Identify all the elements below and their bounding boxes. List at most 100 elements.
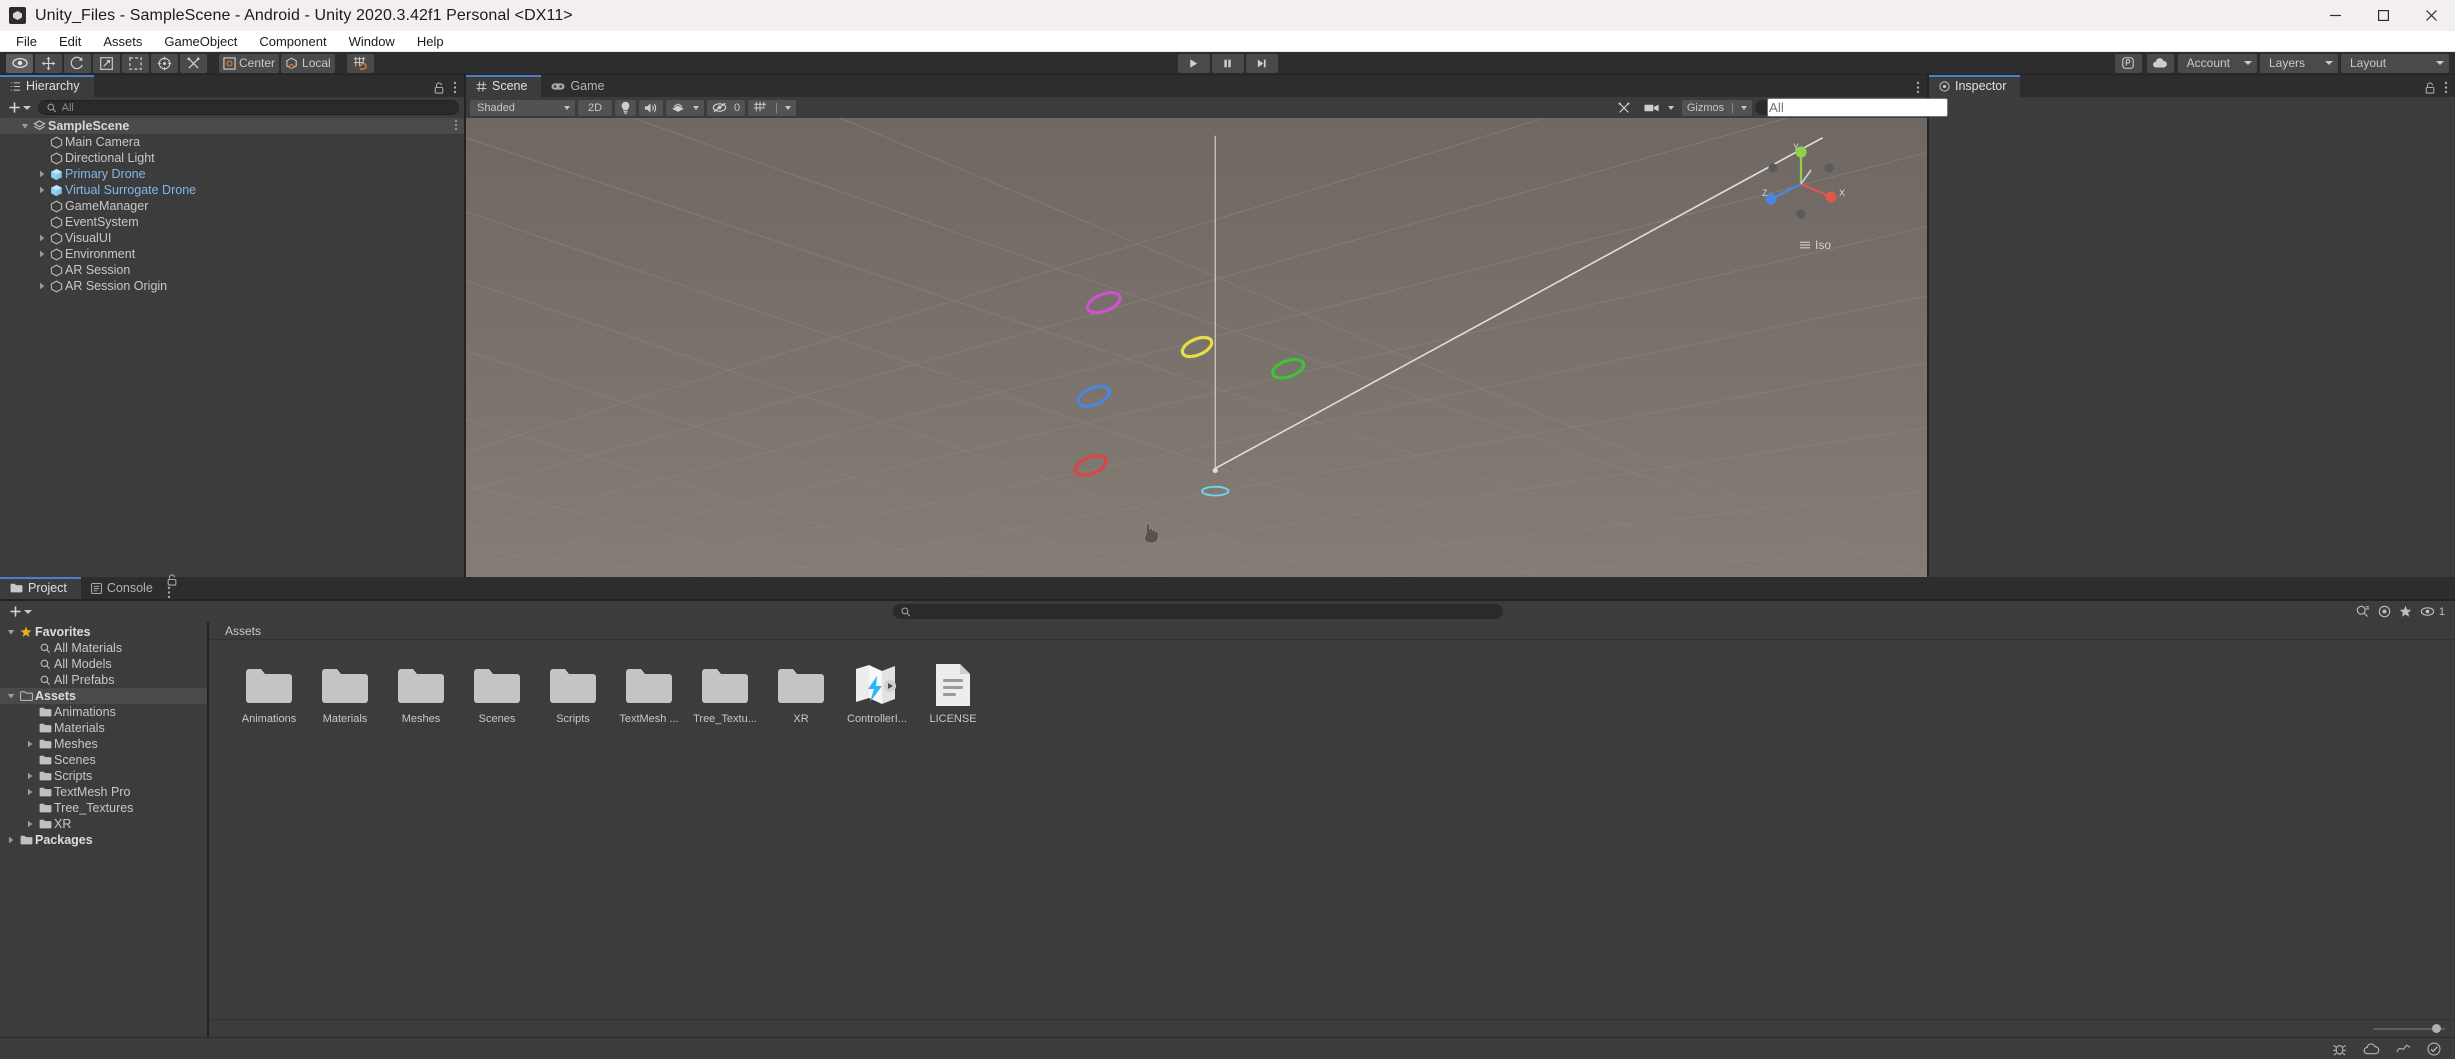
menu-assets[interactable]: Assets (92, 31, 153, 52)
chevron-right-icon[interactable] (23, 820, 36, 828)
pivot-toggle-button[interactable]: Center (219, 53, 280, 73)
hierarchy-item-ar-session[interactable]: AR Session (0, 262, 464, 278)
bug-icon[interactable] (2332, 1042, 2347, 1056)
hierarchy-item-main-camera[interactable]: Main Camera (0, 134, 464, 150)
scene-fx-button[interactable] (666, 99, 704, 116)
asset-item[interactable]: Tree_Textu... (687, 658, 763, 725)
kebab-menu-icon[interactable] (2444, 81, 2448, 94)
play-button[interactable] (1177, 53, 1210, 73)
cloud-icon[interactable] (2146, 53, 2174, 73)
tab-console[interactable]: Console (80, 577, 167, 599)
project-search-input[interactable] (915, 605, 1495, 618)
star-icon[interactable] (2399, 605, 2412, 618)
layers-dropdown[interactable]: Layers (2260, 53, 2338, 73)
chevron-right-icon[interactable] (4, 836, 17, 844)
favorite-icon[interactable] (2378, 605, 2391, 618)
project-search[interactable] (892, 604, 1503, 619)
project-tree-item-packages[interactable]: Packages (0, 832, 207, 848)
cloud-status-icon[interactable] (2363, 1042, 2380, 1055)
eye-icon[interactable]: 1 (2420, 606, 2445, 618)
scene-view-orientation[interactable]: Iso (1799, 238, 1831, 252)
scene-context-menu-icon[interactable] (454, 119, 458, 134)
rotate-tool-button[interactable] (64, 53, 91, 73)
hierarchy-item-ar-session-origin[interactable]: AR Session Origin (0, 278, 464, 294)
hierarchy-item-environment[interactable]: Environment (0, 246, 464, 262)
chevron-right-icon[interactable] (23, 772, 36, 780)
scale-tool-button[interactable] (93, 53, 120, 73)
animation-icon[interactable] (2396, 1042, 2411, 1055)
maximize-button[interactable] (2359, 0, 2407, 31)
custom-tool-button[interactable] (180, 53, 207, 73)
kebab-menu-icon[interactable] (453, 81, 457, 94)
lock-icon[interactable] (434, 81, 444, 94)
project-tree-item-materials[interactable]: Materials (0, 720, 207, 736)
draw-mode-dropdown[interactable]: Shaded (470, 99, 575, 116)
lock-icon[interactable] (167, 574, 177, 586)
grid-snap-button[interactable] (346, 53, 374, 73)
menu-file[interactable]: File (5, 31, 48, 52)
menu-window[interactable]: Window (338, 31, 406, 52)
scene-tools-button[interactable] (1612, 100, 1636, 116)
chevron-right-icon[interactable] (35, 186, 48, 194)
chevron-right-icon[interactable] (35, 282, 48, 290)
move-tool-button[interactable] (35, 53, 62, 73)
space-toggle-button[interactable]: Local (281, 53, 335, 73)
asset-item[interactable]: ControllerI... (839, 658, 915, 725)
chevron-right-icon[interactable] (23, 788, 36, 796)
minimize-button[interactable] (2311, 0, 2359, 31)
project-tree-item-textmesh-pro[interactable]: TextMesh Pro (0, 784, 207, 800)
project-tree-item-all-models[interactable]: All Models (0, 656, 207, 672)
tab-inspector[interactable]: Inspector (1929, 75, 2021, 97)
asset-item[interactable]: LICENSE (915, 658, 991, 725)
project-tree-item-animations[interactable]: Animations (0, 704, 207, 720)
account-dropdown[interactable]: Account (2177, 53, 2257, 73)
hand-tool-button[interactable] (6, 53, 33, 73)
scene-viewport[interactable]: Y X Z Iso (466, 118, 1927, 577)
step-button[interactable] (1245, 53, 1278, 73)
project-tree-item-all-materials[interactable]: All Materials (0, 640, 207, 656)
project-tree-item-scripts[interactable]: Scripts (0, 768, 207, 784)
gizmos-dropdown[interactable]: Gizmos | (1681, 99, 1752, 116)
project-tree-item-favorites[interactable]: Favorites (0, 624, 207, 640)
menu-help[interactable]: Help (406, 31, 455, 52)
project-tree-item-assets[interactable]: Assets (0, 688, 207, 704)
project-tree-item-all-prefabs[interactable]: All Prefabs (0, 672, 207, 688)
scene-hidden-objects-button[interactable]: 0 (707, 99, 746, 116)
rect-tool-button[interactable] (122, 53, 149, 73)
tab-game[interactable]: Game (541, 75, 619, 97)
project-tree-item-xr[interactable]: XR (0, 816, 207, 832)
toggle-2d-button[interactable]: 2D (578, 99, 612, 116)
hierarchy-item-virtual-surrogate-drone[interactable]: Virtual Surrogate Drone (0, 182, 464, 198)
chevron-down-icon[interactable] (4, 628, 17, 636)
hierarchy-item-samplescene[interactable]: SampleScene (0, 118, 464, 134)
hierarchy-item-gamemanager[interactable]: GameManager (0, 198, 464, 214)
asset-item[interactable]: Scripts (535, 658, 611, 725)
create-gameobject-button[interactable] (5, 101, 34, 114)
hierarchy-item-directional-light[interactable]: Directional Light (0, 150, 464, 166)
project-tree-item-meshes[interactable]: Meshes (0, 736, 207, 752)
hierarchy-item-primary-drone[interactable]: Primary Drone (0, 166, 464, 182)
asset-item[interactable]: Materials (307, 658, 383, 725)
project-tree-item-tree_textures[interactable]: Tree_Textures (0, 800, 207, 816)
gizmo-search[interactable] (1755, 98, 1948, 117)
chevron-right-icon[interactable] (35, 250, 48, 258)
tab-scene[interactable]: Scene (466, 75, 542, 97)
collab-icon[interactable] (2114, 53, 2142, 73)
hierarchy-search-input[interactable] (61, 101, 450, 114)
chevron-down-icon[interactable] (4, 692, 17, 700)
hierarchy-item-eventsystem[interactable]: EventSystem (0, 214, 464, 230)
menu-gameobject[interactable]: GameObject (153, 31, 248, 52)
chevron-right-icon[interactable] (35, 170, 48, 178)
close-button[interactable] (2407, 0, 2455, 31)
hierarchy-tree[interactable]: SampleScene Main Camera Directional Light P… (0, 118, 464, 577)
thumbnail-zoom-slider[interactable] (2373, 1023, 2445, 1035)
menu-edit[interactable]: Edit (48, 31, 92, 52)
kebab-menu-icon[interactable] (167, 586, 177, 599)
hierarchy-item-visualui[interactable]: VisualUI (0, 230, 464, 246)
asset-item[interactable]: Meshes (383, 658, 459, 725)
menu-component[interactable]: Component (248, 31, 337, 52)
asset-item[interactable]: Scenes (459, 658, 535, 725)
hierarchy-search[interactable] (38, 100, 459, 115)
gizmo-search-input[interactable] (1767, 98, 1948, 117)
tab-project[interactable]: Project (0, 577, 81, 599)
